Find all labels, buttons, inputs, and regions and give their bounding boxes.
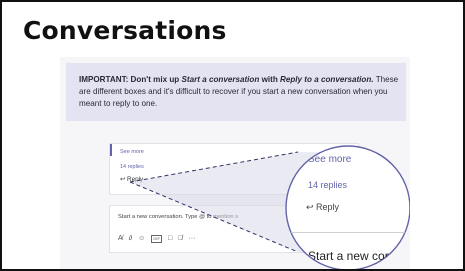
zoom-reply: ↩ Reply xyxy=(306,202,340,212)
teams-screenshot: IMPORTANT: Don't mix up Start a conversa… xyxy=(60,57,410,269)
slide-frame: Conversations IMPORTANT: Don't mix up St… xyxy=(0,0,465,271)
page-title: Conversations xyxy=(23,16,227,45)
zoom-replies: 14 replies xyxy=(308,180,348,190)
zoom-divider xyxy=(286,232,410,233)
zoom-see-more: See more xyxy=(308,154,352,165)
zoom-start-conversation: Start a new cor xyxy=(308,249,389,263)
magnified-view: See more 14 replies ↩ Reply Start a new … xyxy=(286,146,410,269)
